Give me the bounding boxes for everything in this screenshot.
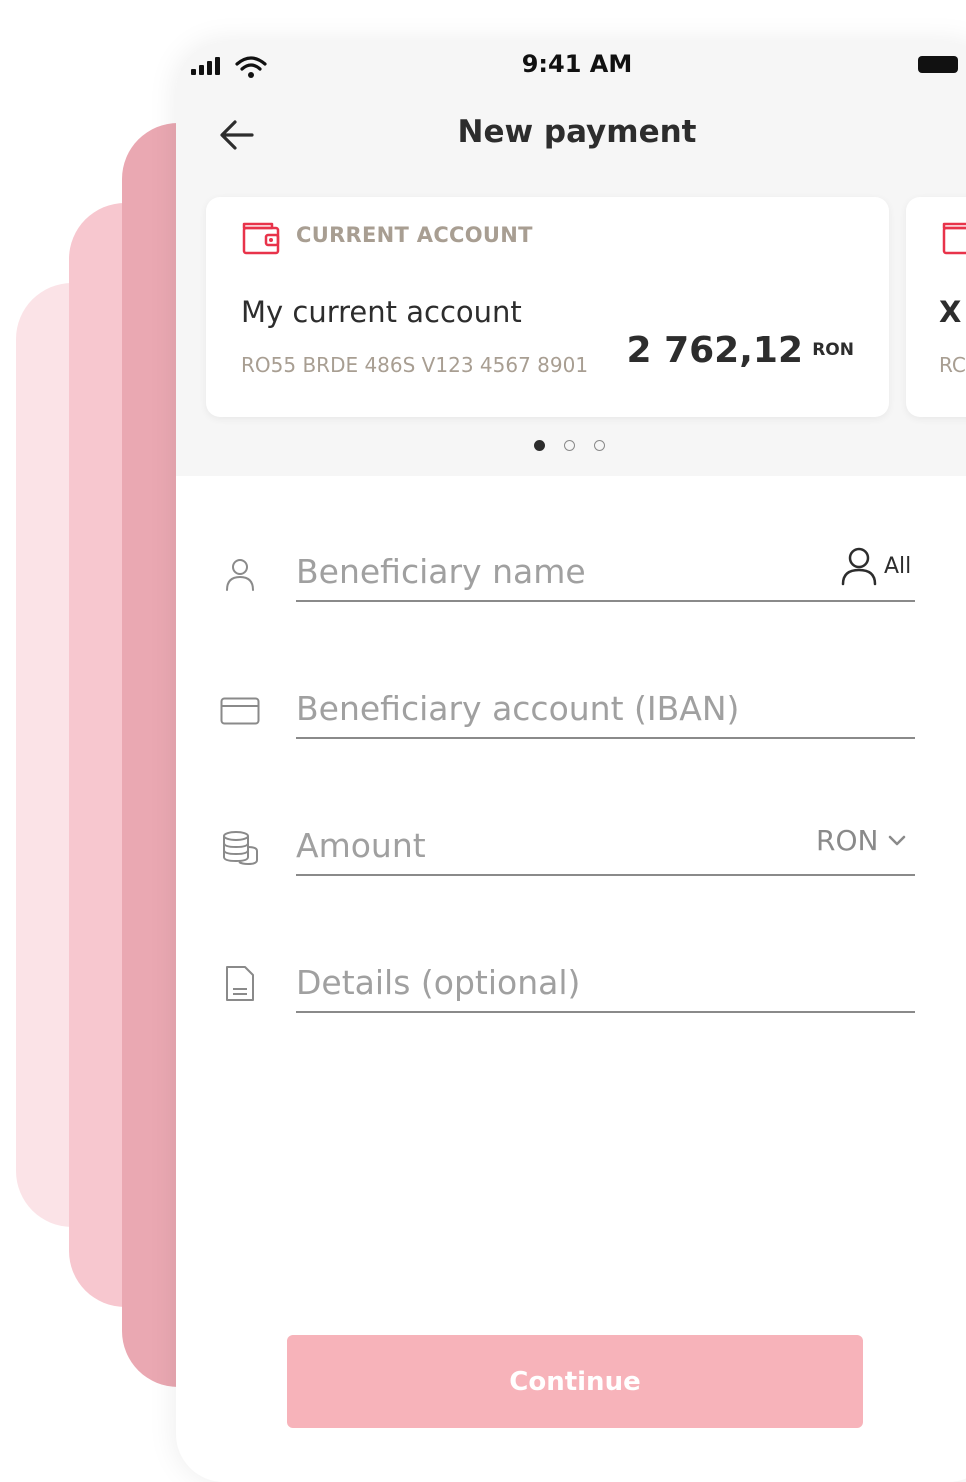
carousel-pager [534,440,605,451]
continue-button[interactable]: Continue [287,1335,863,1428]
account-card-next[interactable]: X RC [906,197,966,417]
page-title: New payment [457,114,697,150]
status-bar: 9:41 AM [176,42,966,92]
beneficiary-name-input[interactable] [296,542,915,602]
details-field [176,953,966,1033]
account-type-label: CURRENT ACCOUNT [296,223,533,247]
currency-value: RON [816,824,879,857]
wallet-icon [242,222,280,255]
iban-input[interactable] [296,679,915,739]
details-input[interactable] [296,953,915,1013]
account-iban: RC [939,353,966,377]
account-name: X [939,295,962,329]
account-currency: RON [812,340,854,360]
pager-dot-2[interactable] [564,440,575,451]
person-icon [226,559,254,591]
pager-dot-3[interactable] [594,440,605,451]
nav-bar: New payment [176,102,966,166]
beneficiary-account-field [176,679,966,759]
wallet-icon [942,222,966,255]
person-icon [841,547,877,586]
battery-icon [918,56,958,73]
account-balance: 2 762,12 [626,330,803,371]
currency-dropdown[interactable]: RON [816,824,906,857]
account-iban: RO55 BRDE 486S V123 4567 8901 [241,353,589,377]
pager-dot-1[interactable] [534,440,545,451]
contacts-all-label: All [884,553,912,579]
amount-field: RON [176,816,966,896]
card-icon [220,697,260,725]
document-icon [226,966,254,1001]
account-card[interactable]: CURRENT ACCOUNT My current account RO55 … [206,197,889,417]
status-time: 9:41 AM [521,50,633,78]
chevron-down-icon [889,835,906,845]
contacts-all-button[interactable]: All [840,546,911,586]
account-name: My current account [241,295,522,329]
phone-screen: 9:41 AM New payment CURRENT ACCOUNT My c… [176,42,966,1482]
beneficiary-name-field: All [176,542,966,622]
coins-icon [223,831,258,866]
